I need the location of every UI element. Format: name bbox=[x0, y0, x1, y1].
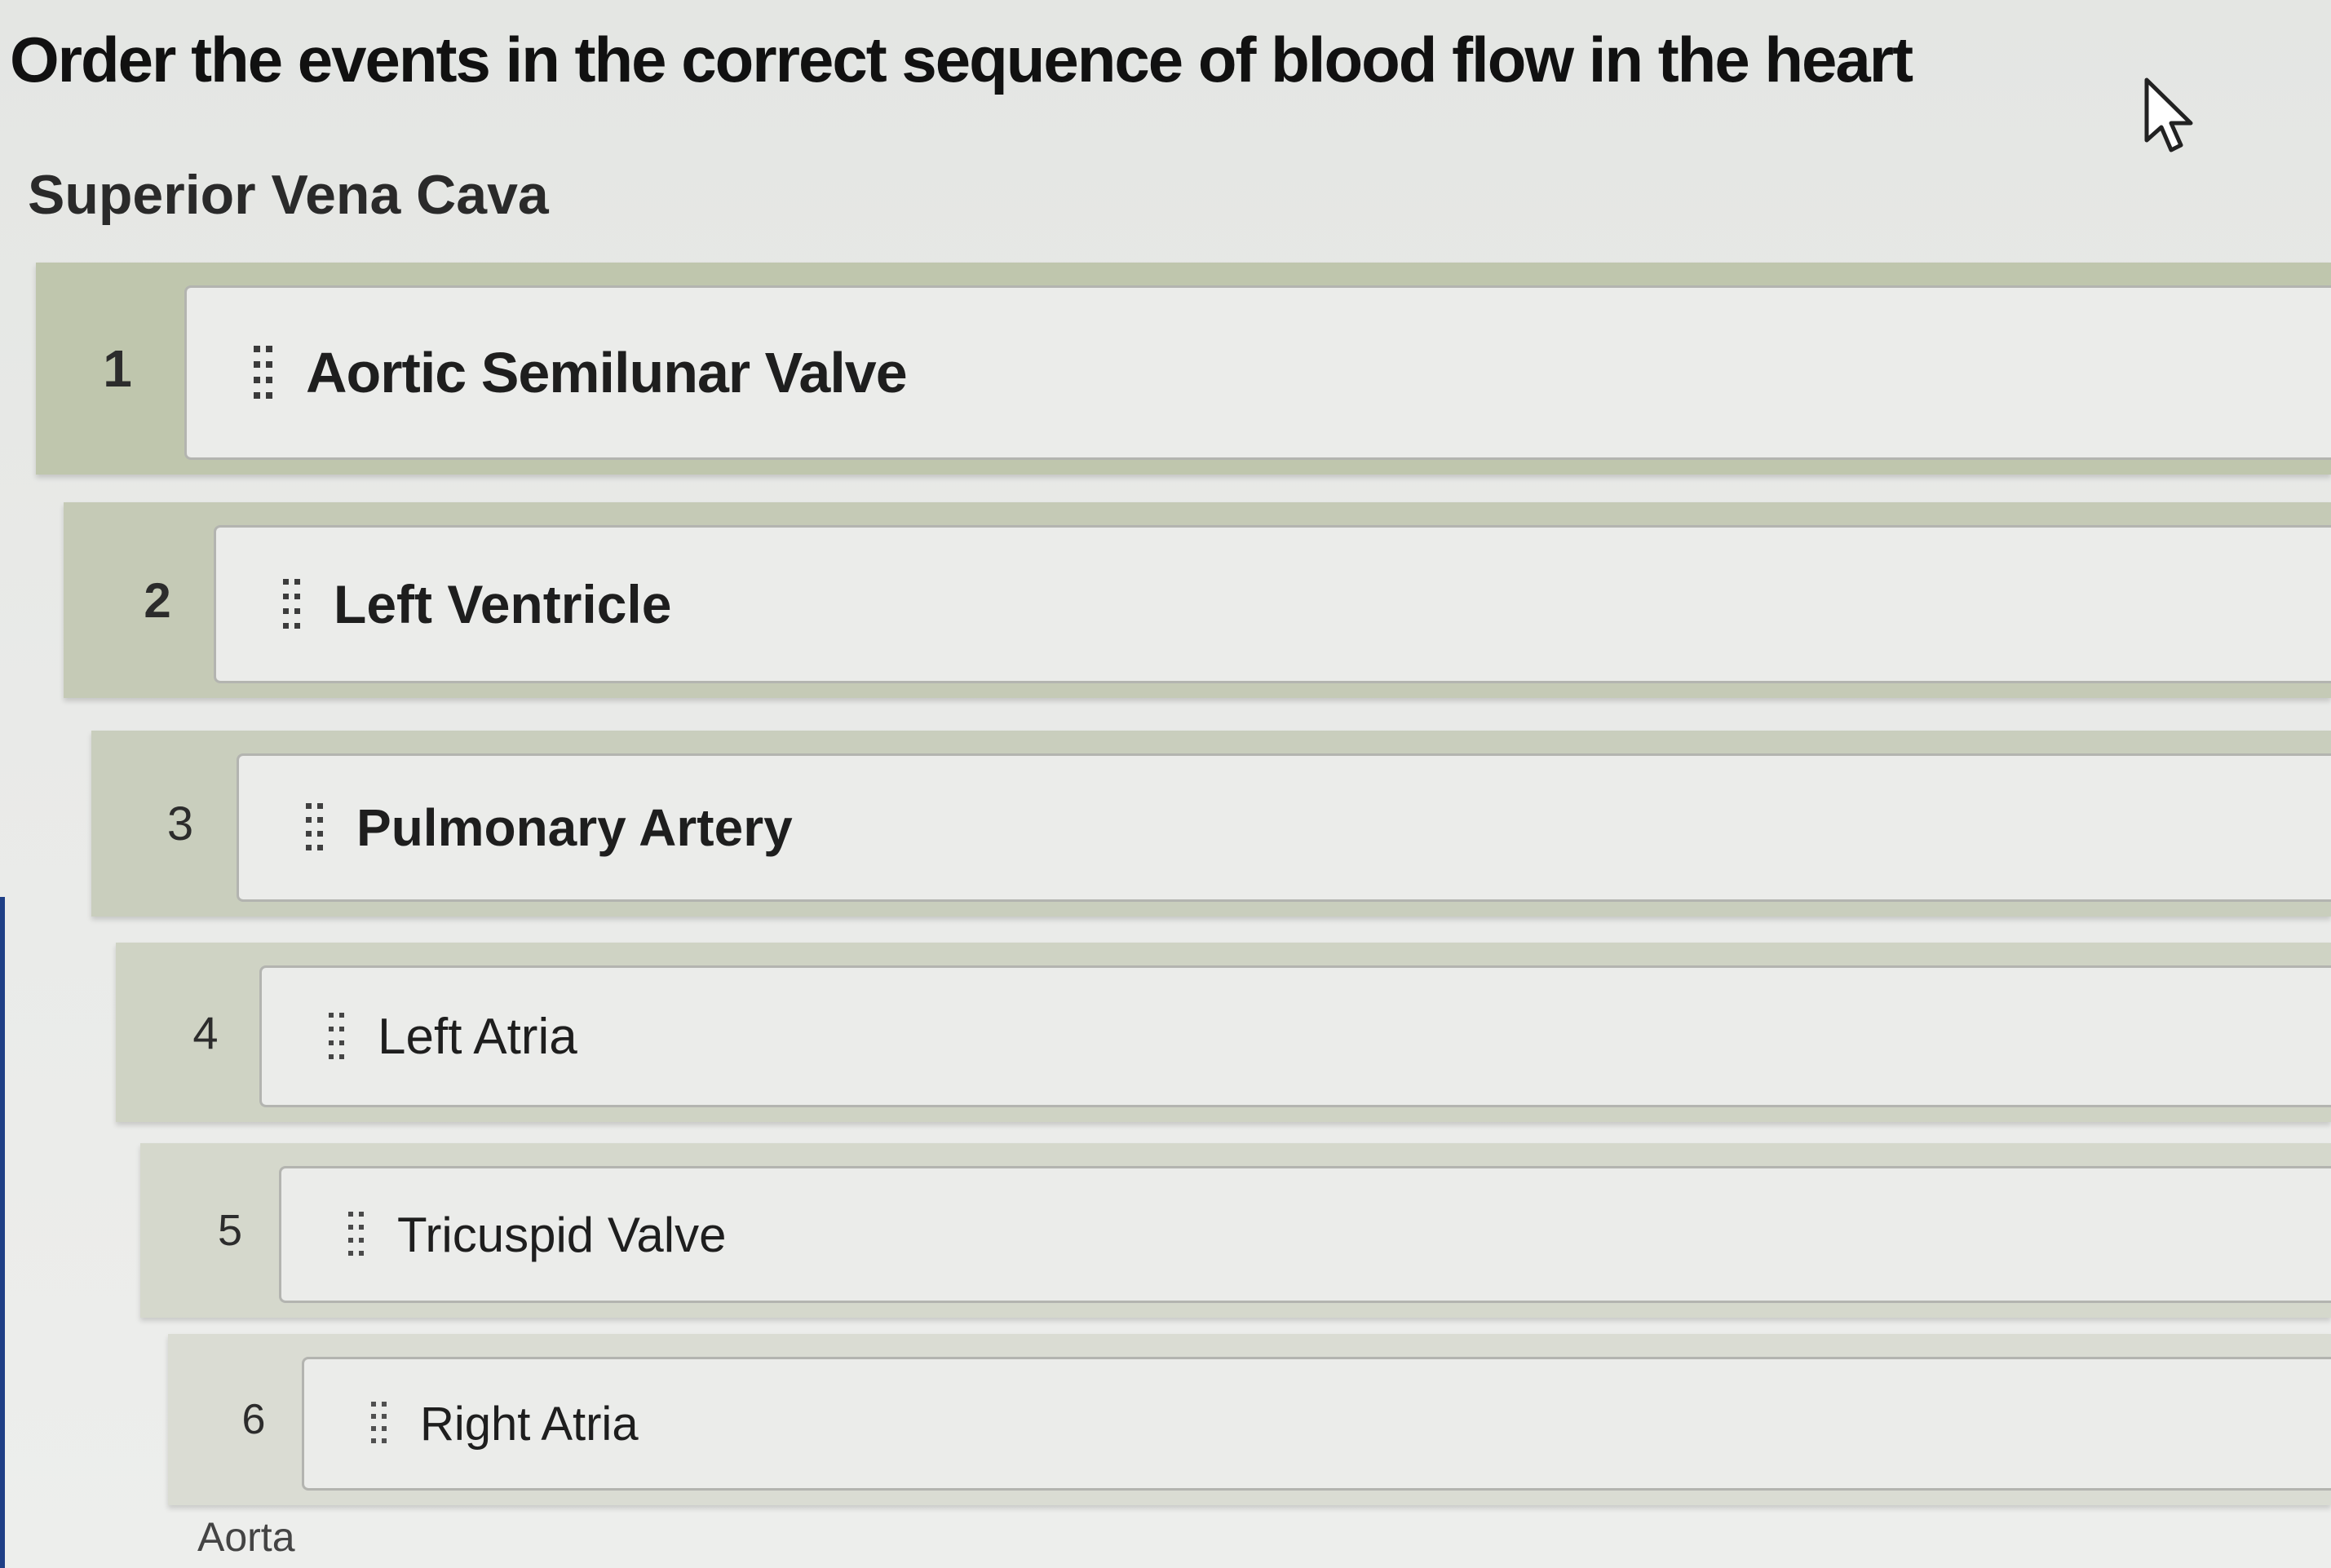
position-number: 1 bbox=[103, 339, 132, 398]
draggable-item[interactable]: Right Atria bbox=[302, 1357, 2331, 1491]
order-row: 6 Right Atria bbox=[168, 1334, 2331, 1505]
item-label: Right Atria bbox=[420, 1397, 639, 1451]
draggable-item[interactable]: Aortic Semilunar Valve bbox=[184, 285, 2331, 460]
order-row: 3 Pulmonary Artery bbox=[91, 731, 2331, 917]
item-label: Left Atria bbox=[378, 1008, 577, 1065]
drag-handle-icon[interactable] bbox=[304, 802, 325, 854]
ordering-list: 1 Aortic Semilunar Valve 2 Left Ventricl… bbox=[0, 0, 2331, 1568]
item-label: Pulmonary Artery bbox=[356, 798, 793, 857]
item-label: Aortic Semilunar Valve bbox=[306, 341, 908, 404]
order-row: 2 Left Ventricle bbox=[64, 502, 2331, 698]
draggable-item[interactable]: Left Atria bbox=[259, 965, 2331, 1107]
item-label: Left Ventricle bbox=[334, 574, 672, 634]
draggable-item[interactable]: Pulmonary Artery bbox=[237, 753, 2331, 902]
draggable-item[interactable]: Left Ventricle bbox=[214, 525, 2331, 683]
drag-handle-icon[interactable] bbox=[252, 344, 275, 401]
order-row: 4 Left Atria bbox=[116, 943, 2331, 1122]
order-row: 5 Tricuspid Valve bbox=[140, 1143, 2331, 1318]
draggable-item[interactable]: Tricuspid Valve bbox=[279, 1166, 2331, 1303]
mouse-pointer-icon bbox=[2144, 77, 2193, 152]
sequence-end-label: Aorta bbox=[197, 1514, 295, 1560]
order-row: 1 Aortic Semilunar Valve bbox=[36, 263, 2331, 475]
item-label: Tricuspid Valve bbox=[397, 1207, 727, 1262]
drag-handle-icon[interactable] bbox=[327, 1011, 347, 1062]
drag-handle-icon[interactable] bbox=[347, 1210, 366, 1259]
drag-handle-icon[interactable] bbox=[281, 577, 303, 631]
drag-handle-icon[interactable] bbox=[369, 1400, 389, 1447]
